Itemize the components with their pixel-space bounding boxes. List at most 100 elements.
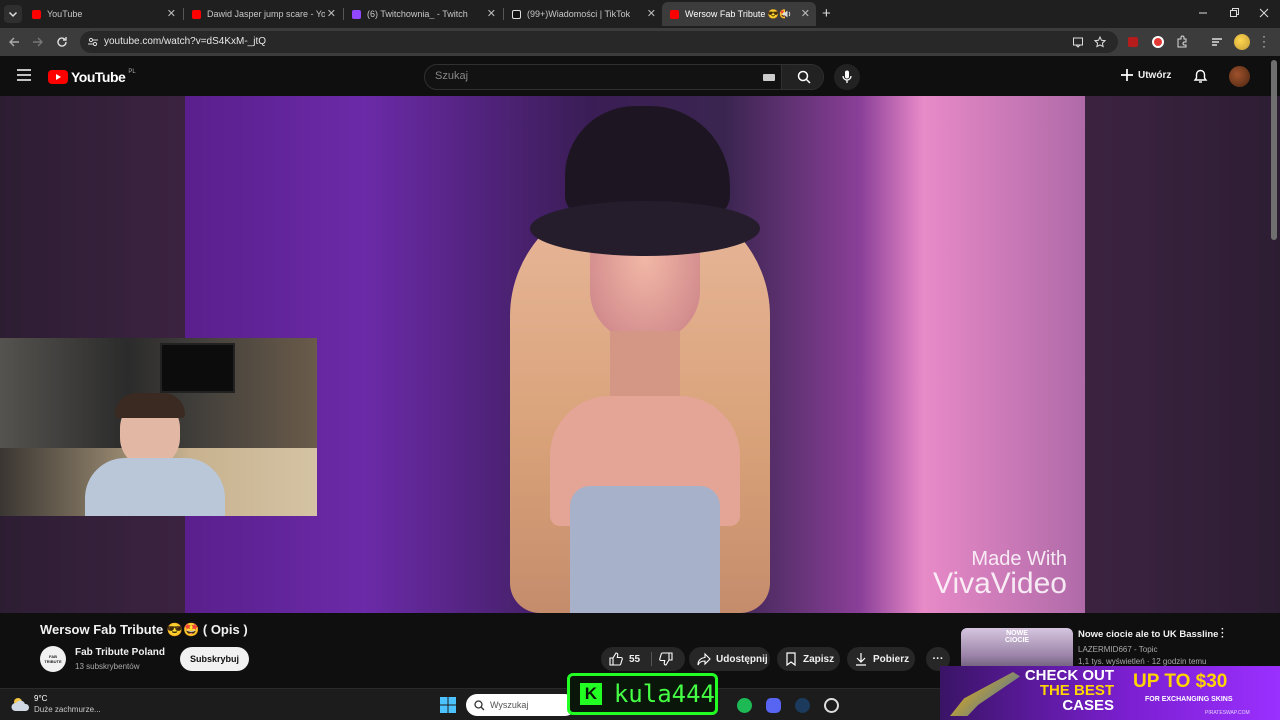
browser-tab[interactable]: YouTube ✕ <box>24 2 182 26</box>
thumbs-up-icon <box>609 652 623 666</box>
app-icon[interactable] <box>824 698 839 713</box>
window-close-button[interactable] <box>1257 6 1271 20</box>
browser-toolbar: youtube.com/watch?v=dS4KxM-_jtQ · · · <box>0 28 1280 56</box>
address-bar[interactable]: youtube.com/watch?v=dS4KxM-_jtQ <box>80 31 1118 53</box>
ad-site: PIRATESWAP.COM <box>1205 710 1250 716</box>
download-button[interactable]: Pobierz <box>847 647 915 671</box>
window-restore-button[interactable] <box>1227 6 1241 20</box>
recommended-meta: 1,1 tys. wyświetleń · 12 godzin temu <box>1078 657 1207 666</box>
search-input[interactable] <box>435 70 755 82</box>
weather-description[interactable]: Duże zachmurze... <box>34 705 101 714</box>
tab-search-dropdown-button[interactable] <box>4 5 22 23</box>
recommended-channel[interactable]: LAZERMID667 - Topic <box>1078 645 1157 654</box>
hamburger-menu-icon[interactable] <box>17 69 31 81</box>
watermark-line2: VivaVideo <box>932 567 1067 600</box>
windows-start-icon[interactable] <box>440 697 456 713</box>
subscriber-count: 13 subskrybentów <box>75 662 140 671</box>
subscribe-label: Subskrybuj <box>189 654 239 664</box>
notifications-bell-icon[interactable] <box>1193 68 1208 84</box>
search-button[interactable] <box>781 65 823 89</box>
taskbar-search[interactable]: Wyszukaj <box>466 694 576 716</box>
video-frame: Made With VivaVideo <box>185 96 1085 613</box>
weather-cloud-icon[interactable] <box>10 695 32 713</box>
window-minimize-button[interactable] <box>1196 6 1210 20</box>
browser-menu-icon[interactable]: · · · <box>1262 30 1266 52</box>
create-label: Utwórz <box>1138 69 1172 81</box>
reload-icon[interactable] <box>56 36 68 48</box>
channel-name[interactable]: Fab Tribute Poland <box>75 647 165 658</box>
tab-close-icon[interactable]: ✕ <box>487 7 496 20</box>
twitch-favicon-icon <box>352 9 361 19</box>
url-text[interactable]: youtube.com/watch?v=dS4KxM-_jtQ <box>104 36 266 47</box>
reading-list-icon[interactable] <box>1211 36 1223 48</box>
save-label: Zapisz <box>803 653 835 665</box>
webcam-person <box>85 393 225 516</box>
weather-temp[interactable]: 9°C <box>34 694 47 703</box>
extensions-puzzle-icon[interactable] <box>1175 35 1189 49</box>
close-icon <box>1259 8 1269 18</box>
tab-title: Dawid Jasper jump scare - YouT <box>207 9 325 19</box>
bookmark-star-icon[interactable] <box>1094 36 1106 48</box>
ad-price: UP TO $30 <box>1133 671 1228 692</box>
tab-title: (99+)Wiadomości | TikTok <box>527 9 631 19</box>
share-label: Udostępnij <box>716 653 768 665</box>
download-label: Pobierz <box>873 653 910 665</box>
spotify-app-icon[interactable] <box>737 698 752 713</box>
share-button[interactable]: Udostępnij <box>689 647 770 671</box>
plus-icon <box>1121 69 1133 81</box>
video-watermark: Made With VivaVideo <box>933 548 1067 601</box>
browser-tab[interactable]: (99+)Wiadomości | TikTok ✕ <box>504 2 662 26</box>
profile-avatar[interactable] <box>1234 34 1250 50</box>
download-icon <box>856 653 866 666</box>
minimize-icon <box>1199 12 1207 14</box>
like-dislike-group: 55 <box>601 647 685 671</box>
back-arrow-icon[interactable] <box>8 36 20 48</box>
discord-app-icon[interactable] <box>766 698 781 713</box>
webcam-overlay <box>0 338 317 516</box>
save-button[interactable]: Zapisz <box>777 647 840 671</box>
tab-close-icon[interactable]: ✕ <box>647 7 656 20</box>
browser-tab-active[interactable]: Wersow Fab Tribute 😎🤩 ✕ <box>662 2 816 26</box>
subscribe-button[interactable]: Subskrybuj <box>180 647 249 671</box>
ad-line1: CHECK OUT <box>1024 667 1114 684</box>
more-icon: ··· <box>932 653 944 665</box>
browser-tab[interactable]: Dawid Jasper jump scare - YouT ✕ <box>184 2 342 26</box>
ad-line3: CASES <box>1062 697 1114 714</box>
tab-close-icon[interactable]: ✕ <box>167 7 176 20</box>
restore-icon <box>1230 8 1239 17</box>
ad-line2: THE BEST <box>1039 682 1114 699</box>
speaker-icon[interactable] <box>782 9 792 19</box>
forward-arrow-icon[interactable] <box>32 36 44 48</box>
channel-avatar-text: FAB TRIBUTE <box>44 654 62 664</box>
extension-record-icon[interactable] <box>1152 36 1164 48</box>
keyboard-icon[interactable] <box>763 74 775 81</box>
thumbs-down-icon <box>659 652 673 666</box>
youtube-logo[interactable]: YouTube PL <box>48 69 136 85</box>
region-code: PL <box>128 69 136 75</box>
steam-app-icon[interactable] <box>795 698 810 713</box>
cast-icon[interactable] <box>1072 36 1084 48</box>
recommended-title[interactable]: Nowe ciocie ale to UK Bassline <box>1078 629 1218 640</box>
kick-logo-icon: K <box>580 683 602 705</box>
site-info-icon[interactable] <box>87 36 99 48</box>
dislike-button[interactable] <box>653 647 685 671</box>
account-avatar[interactable] <box>1229 66 1250 87</box>
tab-close-icon[interactable]: ✕ <box>327 7 336 20</box>
like-count: 55 <box>629 653 641 665</box>
create-button[interactable]: Utwórz <box>1120 68 1171 82</box>
tab-close-icon[interactable]: ✕ <box>801 7 810 20</box>
bookmark-icon <box>786 652 796 666</box>
video-title: Wersow Fab Tribute 😎🤩 ( Opis ) <box>40 622 248 637</box>
page-scrollbar[interactable] <box>1271 60 1277 240</box>
top-garment-shape <box>570 486 720 613</box>
voice-search-button[interactable] <box>834 64 860 90</box>
new-tab-button[interactable]: + <box>822 5 831 22</box>
like-button[interactable]: 55 <box>601 647 651 671</box>
extension-icon[interactable] <box>1128 37 1138 47</box>
youtube-favicon-icon <box>32 9 41 19</box>
recommended-menu-icon[interactable]: · · · <box>1221 625 1224 643</box>
browser-tab[interactable]: (6) Twitchownia_ - Twitch ✕ <box>344 2 502 26</box>
video-player[interactable]: Made With VivaVideo <box>0 96 1280 613</box>
channel-avatar[interactable]: FAB TRIBUTE <box>40 646 66 672</box>
search-icon <box>474 699 485 710</box>
